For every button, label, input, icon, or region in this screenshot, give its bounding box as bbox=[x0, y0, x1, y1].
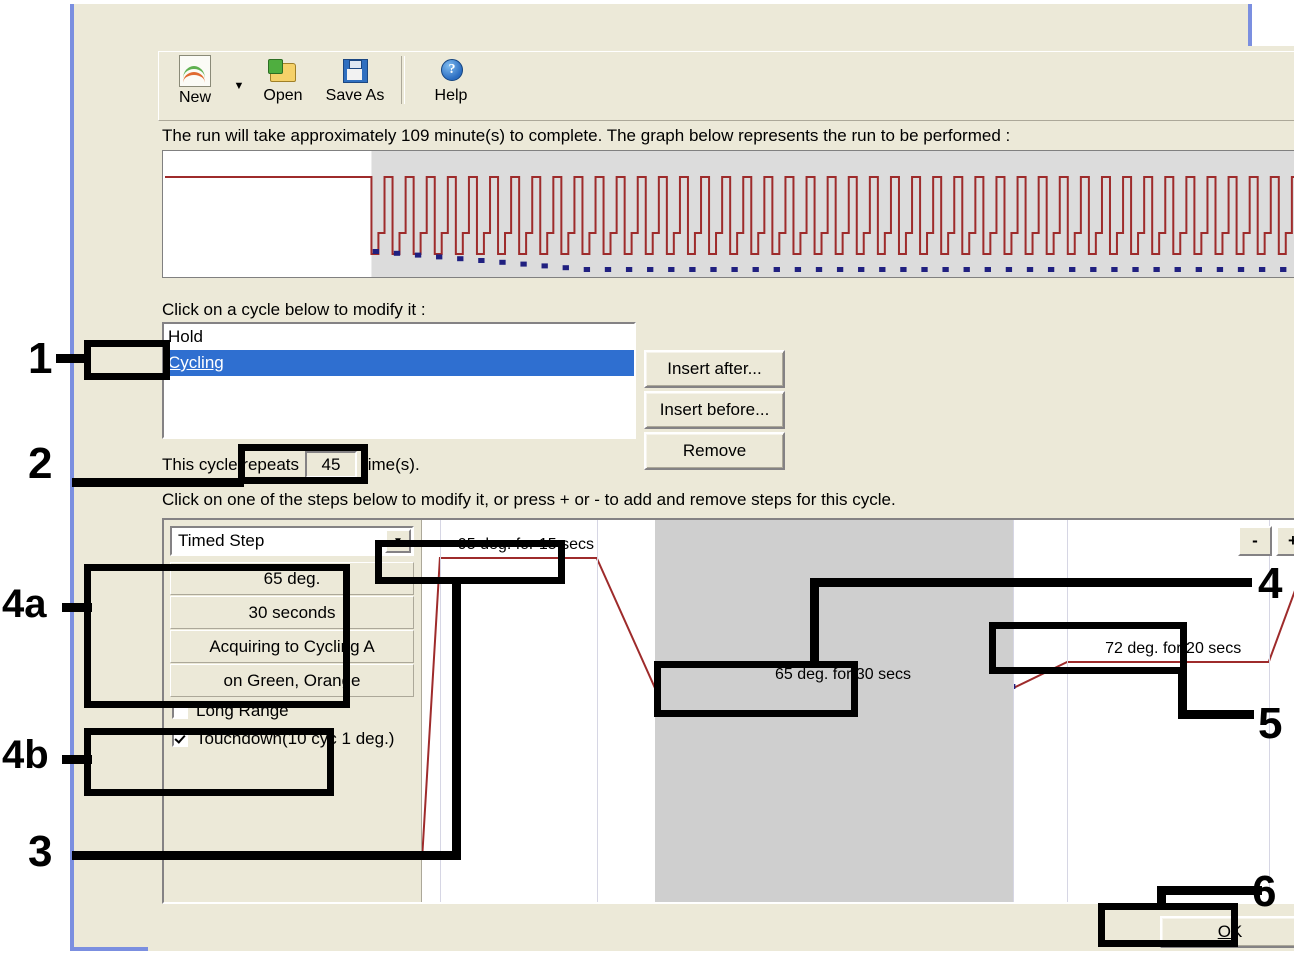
annotation-leader-4-horiz bbox=[810, 578, 1252, 587]
touchdown-checkbox[interactable]: Touchdown(10 cyc 1 deg.) bbox=[172, 728, 412, 750]
repeat-prefix-label: This cycle repeats bbox=[162, 454, 299, 474]
help-label: Help bbox=[434, 87, 468, 104]
annotation-label-1: 1 bbox=[28, 334, 53, 383]
chevron-down-icon[interactable]: ▼ bbox=[231, 80, 247, 92]
long-range-label: Long Range bbox=[196, 701, 289, 720]
floppy-disk-icon bbox=[340, 55, 370, 85]
run-duration-text: The run will take approximately 109 minu… bbox=[162, 126, 1011, 145]
open-button[interactable]: Open bbox=[247, 55, 319, 105]
touchdown-label: Touchdown(10 cyc 1 deg.) bbox=[196, 729, 395, 748]
annotation-label-4a: 4a bbox=[2, 582, 47, 626]
step-channels-button[interactable]: on Green, Orange bbox=[170, 664, 414, 697]
step-label-annealing: 65 deg. for 30 secs bbox=[774, 666, 912, 683]
repeat-suffix-label: time(s). bbox=[363, 454, 420, 474]
long-range-checkbox[interactable]: Long Range bbox=[172, 700, 412, 722]
cycle-list[interactable]: Hold Cycling bbox=[162, 322, 636, 439]
cycle-item-cycling[interactable]: Cycling bbox=[164, 350, 634, 376]
chevron-down-icon[interactable]: ▼ bbox=[385, 529, 411, 553]
step-label-denaturation: 95 deg. for 15 secs bbox=[457, 536, 594, 553]
annotation-label-3: 3 bbox=[28, 827, 53, 876]
save-as-button[interactable]: Save As bbox=[319, 55, 391, 105]
step-duration-button[interactable]: 30 seconds bbox=[170, 596, 414, 629]
annotation-leader-3-horiz bbox=[72, 851, 460, 860]
step-label-extension: 72 deg. for 20 secs bbox=[1105, 640, 1242, 657]
new-label: New bbox=[178, 89, 211, 106]
new-profile-icon bbox=[179, 55, 211, 87]
cycle-instruction: Click on a cycle below to modify it : bbox=[162, 300, 426, 319]
question-mark-icon: ? bbox=[436, 55, 466, 85]
ok-rest: K bbox=[1230, 922, 1243, 941]
annotation-leader-1 bbox=[56, 354, 90, 363]
cycle-item-hold[interactable]: Hold bbox=[164, 324, 634, 350]
annotation-label-6: 6 bbox=[1252, 867, 1277, 916]
remove-button[interactable]: Remove bbox=[644, 432, 785, 470]
annotation-leader-2 bbox=[72, 478, 244, 487]
annotation-label-2: 2 bbox=[28, 439, 53, 488]
annotation-leader-5-horiz bbox=[1178, 710, 1254, 719]
annotation-leader-6-horiz bbox=[1157, 886, 1262, 895]
checkbox-icon bbox=[172, 703, 188, 719]
help-button[interactable]: ? Help bbox=[415, 55, 487, 105]
graph-gridline bbox=[439, 520, 441, 902]
zoom-in-button[interactable]: + bbox=[1276, 526, 1294, 556]
annotation-label-5: 5 bbox=[1258, 699, 1283, 748]
step-type-value: Timed Step bbox=[178, 531, 265, 550]
step-acquisition-button[interactable]: Acquiring to Cycling A bbox=[170, 630, 414, 663]
step-instruction: Click on one of the steps below to modif… bbox=[162, 490, 896, 509]
dialog-client-area: New ▼ Open Save As ? Help The run will t… bbox=[148, 46, 1294, 951]
step-properties-pane: Timed Step ▼ 65 deg. 30 seconds Acquirin… bbox=[164, 520, 422, 902]
open-folder-icon bbox=[268, 55, 298, 85]
checkmark-icon bbox=[172, 731, 188, 747]
step-temperature-button[interactable]: 65 deg. bbox=[170, 562, 414, 595]
open-label: Open bbox=[263, 87, 303, 104]
annotation-leader-4a bbox=[62, 603, 92, 612]
ok-accel: O bbox=[1217, 922, 1231, 941]
annotation-label-4: 4 bbox=[1258, 559, 1283, 608]
new-button[interactable]: New bbox=[159, 55, 231, 107]
annotation-label-4b: 4b bbox=[2, 733, 49, 777]
save-as-label: Save As bbox=[325, 87, 385, 104]
toolbar-separator bbox=[401, 56, 405, 104]
annotation-leader-4b bbox=[62, 755, 92, 764]
insert-before-button[interactable]: Insert before... bbox=[644, 391, 785, 429]
insert-after-button[interactable]: Insert after... bbox=[644, 350, 785, 388]
edit-profile-dialog: New ▼ Open Save As ? Help The run will t… bbox=[70, 4, 1294, 951]
cycle-repeat-input[interactable]: 45 bbox=[305, 451, 357, 478]
overview-trace bbox=[165, 151, 1294, 277]
step-type-dropdown[interactable]: Timed Step ▼ bbox=[170, 526, 414, 556]
annotation-leader-3-vert bbox=[452, 584, 461, 860]
graph-gridline bbox=[596, 520, 598, 902]
zoom-out-button[interactable]: - bbox=[1238, 526, 1272, 556]
annotation-leader-4-vert bbox=[810, 578, 819, 666]
toolbar: New ▼ Open Save As ? Help bbox=[158, 51, 1294, 121]
step-editor-panel: Timed Step ▼ 65 deg. 30 seconds Acquirin… bbox=[162, 518, 1294, 904]
ok-button[interactable]: OK bbox=[1160, 916, 1294, 948]
cycle-repeat-row: This cycle repeats 45 time(s). bbox=[162, 451, 420, 478]
run-overview-graph bbox=[162, 150, 1294, 278]
